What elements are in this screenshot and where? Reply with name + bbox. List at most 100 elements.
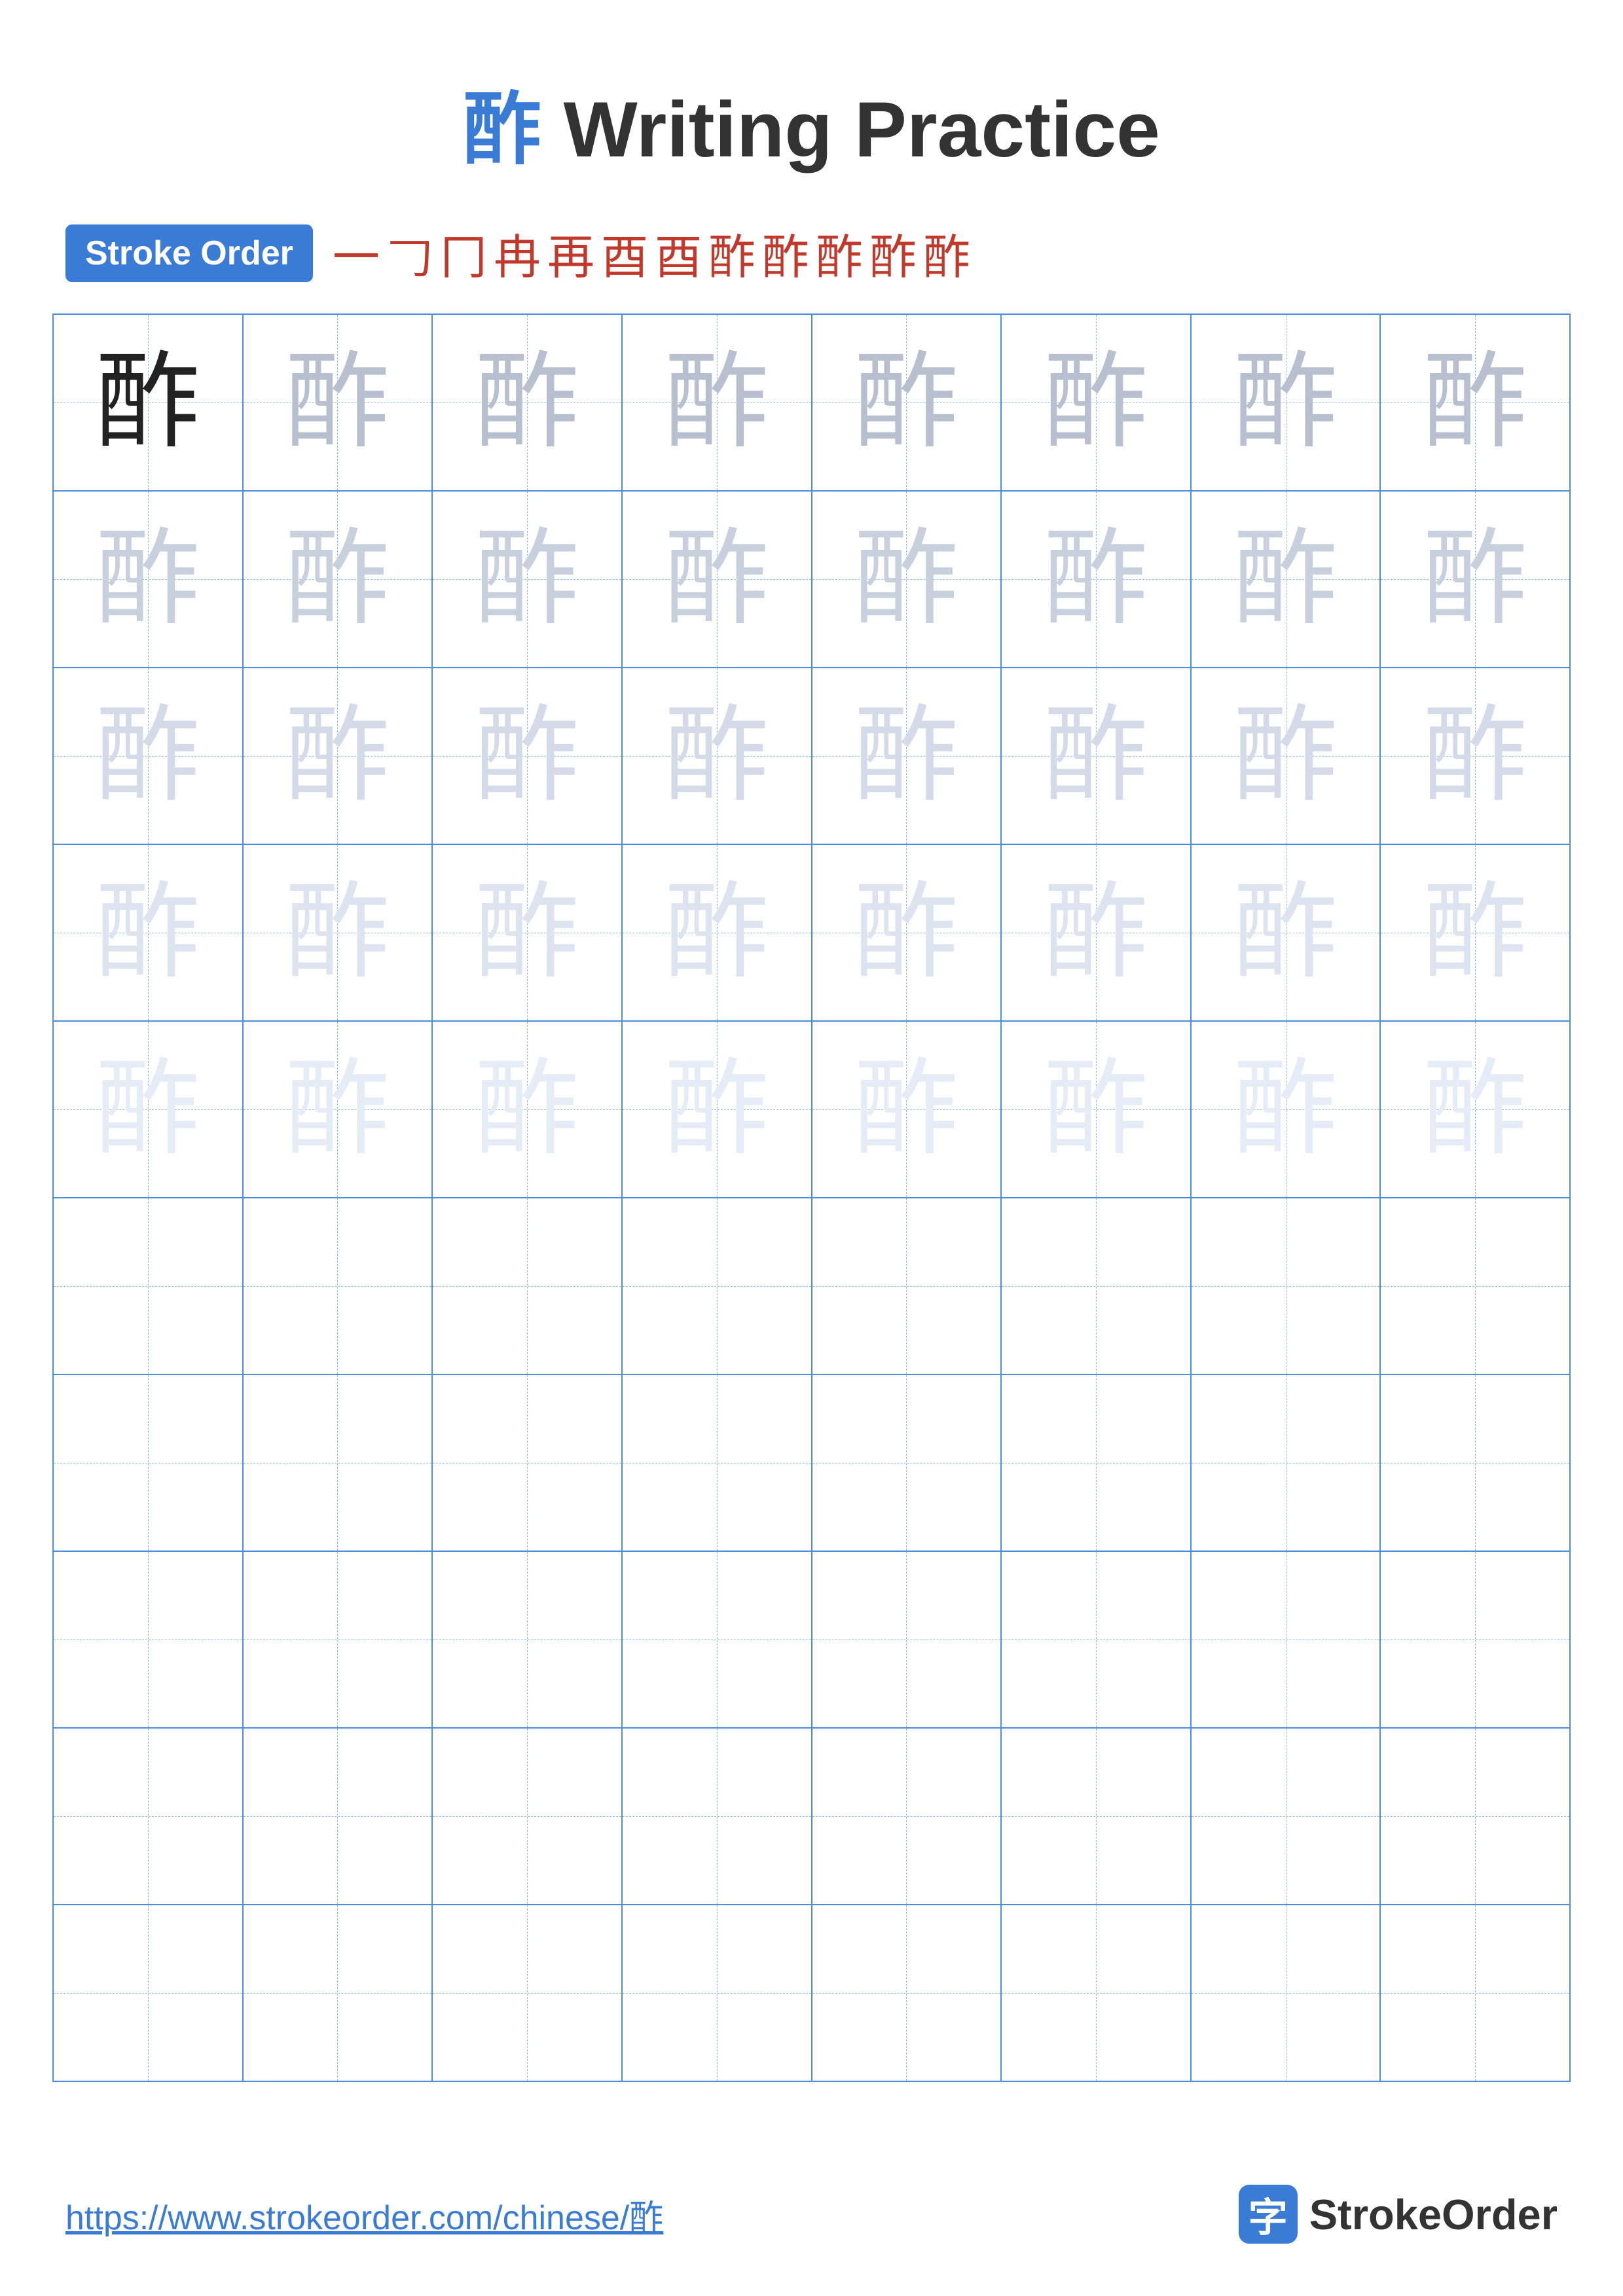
grid-cell[interactable]: 酢 (1001, 668, 1191, 844)
grid-cell[interactable]: 酢 (432, 668, 622, 844)
grid-cell[interactable] (53, 1905, 243, 2081)
grid-cell[interactable]: 酢 (1001, 844, 1191, 1021)
grid-cell[interactable] (243, 1551, 433, 1728)
grid-cell[interactable]: 酢 (812, 844, 1002, 1021)
grid-cell[interactable] (812, 1728, 1002, 1905)
grid-cell[interactable] (53, 1374, 243, 1551)
grid-cell[interactable] (432, 1374, 622, 1551)
practice-char: 酢 (1044, 698, 1148, 814)
grid-cell[interactable]: 酢 (622, 491, 812, 668)
grid-cell[interactable] (1191, 1374, 1381, 1551)
grid-cell[interactable] (243, 1728, 433, 1905)
grid-cell[interactable]: 酢 (243, 1021, 433, 1198)
footer-url[interactable]: https://www.strokeorder.com/chinese/酢 (65, 2190, 663, 2239)
grid-cell[interactable]: 酢 (53, 1021, 243, 1198)
grid-cell[interactable]: 酢 (812, 314, 1002, 491)
grid-cell[interactable] (53, 1728, 243, 1905)
grid-cell[interactable]: 酢 (622, 668, 812, 844)
grid-cell[interactable]: 酢 (432, 314, 622, 491)
grid-cell[interactable]: 酢 (432, 1021, 622, 1198)
grid-cell[interactable]: 酢 (243, 668, 433, 844)
grid-cell[interactable] (243, 1905, 433, 2081)
grid-cell[interactable] (622, 1905, 812, 2081)
grid-cell[interactable]: 酢 (243, 844, 433, 1021)
grid-cell[interactable]: 酢 (432, 844, 622, 1021)
table-row: 酢 酢 酢 酢 酢 酢 酢 酢 (53, 1021, 1570, 1198)
grid-cell[interactable] (1001, 1905, 1191, 2081)
grid-cell[interactable] (243, 1198, 433, 1374)
grid-cell[interactable] (622, 1728, 812, 1905)
grid-cell[interactable]: 酢 (1380, 314, 1570, 491)
grid-cell[interactable] (1001, 1551, 1191, 1728)
practice-char: 酢 (1423, 521, 1527, 637)
title-text: Writing Practice (563, 86, 1159, 173)
practice-char: 酢 (285, 698, 390, 814)
practice-char: 酢 (1044, 521, 1148, 637)
grid-cell[interactable]: 酢 (1380, 844, 1570, 1021)
practice-char: 酢 (854, 874, 958, 991)
grid-cell[interactable] (53, 1198, 243, 1374)
grid-cell[interactable] (1380, 1198, 1570, 1374)
grid-cell[interactable]: 酢 (53, 668, 243, 844)
grid-cell[interactable] (432, 1905, 622, 2081)
practice-char: 酢 (285, 521, 390, 637)
grid-cell[interactable]: 酢 (1380, 1021, 1570, 1198)
grid-cell[interactable] (53, 1551, 243, 1728)
stroke-4: 冉 (494, 219, 541, 287)
practice-char: 酢 (1233, 344, 1338, 461)
table-row (53, 1198, 1570, 1374)
grid-cell[interactable] (812, 1905, 1002, 2081)
practice-char: 酢 (1233, 521, 1338, 637)
grid-cell[interactable] (1191, 1551, 1381, 1728)
grid-cell[interactable] (812, 1198, 1002, 1374)
grid-cell[interactable] (1191, 1905, 1381, 2081)
grid-cell[interactable]: 酢 (432, 491, 622, 668)
grid-cell[interactable] (432, 1198, 622, 1374)
practice-char: 酢 (665, 698, 769, 814)
grid-cell[interactable]: 酢 (622, 1021, 812, 1198)
table-row: 酢 酢 酢 酢 酢 酢 酢 酢 (53, 314, 1570, 491)
grid-cell[interactable] (1380, 1551, 1570, 1728)
grid-cell[interactable]: 酢 (1191, 314, 1381, 491)
grid-cell[interactable]: 酢 (1001, 314, 1191, 491)
grid-cell[interactable]: 酢 (1191, 1021, 1381, 1198)
grid-cell[interactable] (1191, 1728, 1381, 1905)
stroke-3: 冂 (440, 219, 487, 287)
grid-cell[interactable]: 酢 (812, 1021, 1002, 1198)
grid-cell[interactable]: 酢 (53, 491, 243, 668)
grid-cell[interactable]: 酢 (53, 844, 243, 1021)
grid-cell[interactable] (622, 1374, 812, 1551)
grid-cell[interactable] (812, 1551, 1002, 1728)
grid-cell[interactable]: 酢 (243, 314, 433, 491)
grid-cell[interactable]: 酢 (812, 491, 1002, 668)
grid-cell[interactable] (622, 1198, 812, 1374)
grid-cell[interactable]: 酢 (812, 668, 1002, 844)
grid-cell[interactable] (1380, 1374, 1570, 1551)
grid-cell[interactable] (432, 1551, 622, 1728)
grid-cell[interactable]: 酢 (1191, 491, 1381, 668)
grid-cell[interactable] (1380, 1905, 1570, 2081)
grid-cell[interactable]: 酢 (622, 314, 812, 491)
grid-cell[interactable]: 酢 (53, 314, 243, 491)
grid-cell[interactable] (1001, 1728, 1191, 1905)
grid-cell[interactable]: 酢 (1380, 668, 1570, 844)
title-char: 酢 (463, 86, 541, 173)
grid-cell[interactable]: 酢 (1001, 491, 1191, 668)
grid-cell[interactable]: 酢 (1191, 668, 1381, 844)
stroke-2: 𠃌 (386, 219, 433, 287)
grid-cell[interactable] (432, 1728, 622, 1905)
practice-char: 酢 (96, 698, 200, 814)
grid-cell[interactable] (1380, 1728, 1570, 1905)
grid-cell[interactable] (1001, 1374, 1191, 1551)
grid-cell[interactable]: 酢 (243, 491, 433, 668)
grid-cell[interactable]: 酢 (1380, 491, 1570, 668)
grid-cell[interactable]: 酢 (1001, 1021, 1191, 1198)
grid-cell[interactable] (243, 1374, 433, 1551)
grid-cell[interactable] (1001, 1198, 1191, 1374)
grid-cell[interactable] (1191, 1198, 1381, 1374)
grid-cell[interactable]: 酢 (622, 844, 812, 1021)
practice-char: 酢 (1233, 698, 1338, 814)
grid-cell[interactable] (812, 1374, 1002, 1551)
grid-cell[interactable] (622, 1551, 812, 1728)
grid-cell[interactable]: 酢 (1191, 844, 1381, 1021)
